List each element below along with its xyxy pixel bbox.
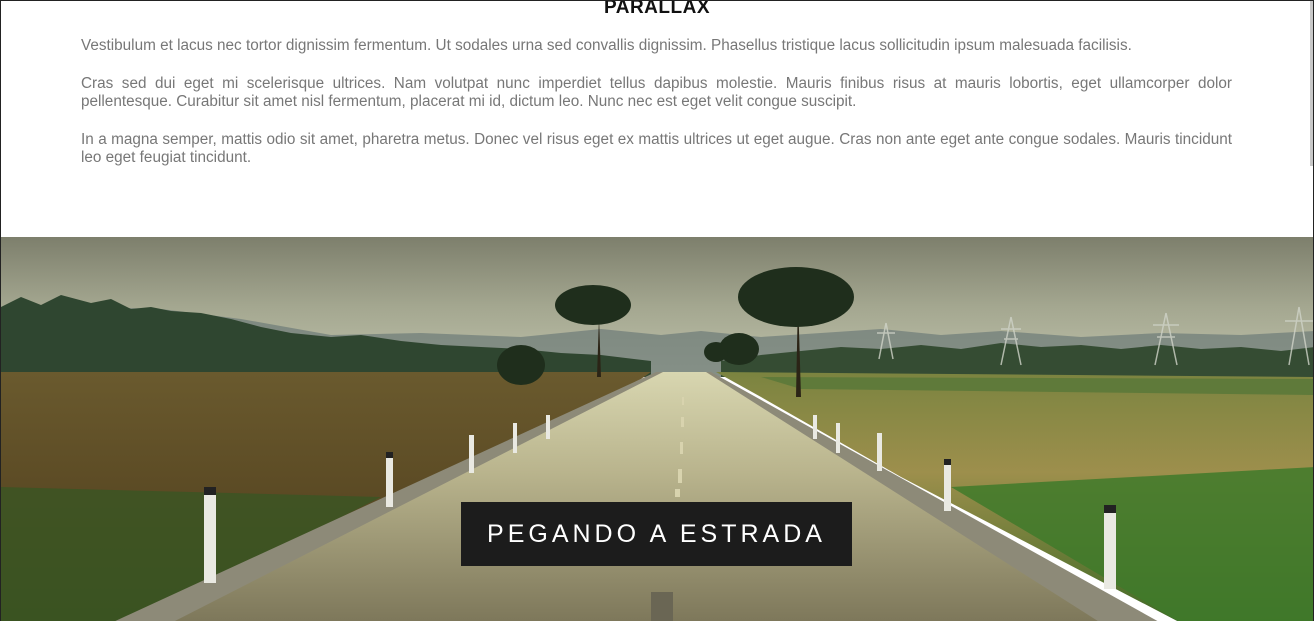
parallax-image: PEGANDO A ESTRADA <box>1 237 1313 621</box>
paragraph-3: In a magna semper, mattis odio sit amet,… <box>81 131 1232 166</box>
scrollbar-thumb[interactable] <box>1310 1 1313 166</box>
page-frame: PARALLAX Vestibulum et lacus nec tortor … <box>0 0 1314 621</box>
paragraph-2: Cras sed dui eget mi scelerisque ultrice… <box>81 75 1232 110</box>
paragraph-1: Vestibulum et lacus nec tortor dignissim… <box>81 37 1132 54</box>
section-text: Vestibulum et lacus nec tortor dignissim… <box>81 37 1232 187</box>
section-heading: PARALLAX <box>603 0 711 18</box>
parallax-banner: PEGANDO A ESTRADA <box>461 502 852 566</box>
